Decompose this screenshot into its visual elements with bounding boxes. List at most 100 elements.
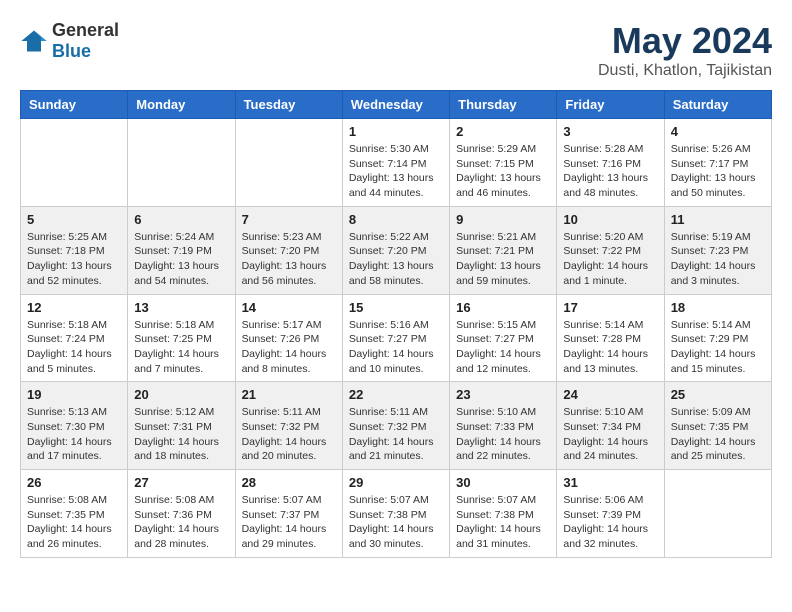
day-number: 27 xyxy=(134,475,228,490)
day-number: 1 xyxy=(349,124,443,139)
weekday-header-friday: Friday xyxy=(557,91,664,119)
week-row-4: 26 Sunrise: 5:08 AMSunset: 7:35 PMDayligh… xyxy=(21,470,772,558)
title-section: May 2024 Dusti, Khatlon, Tajikistan xyxy=(598,20,772,80)
logo: General Blue xyxy=(20,20,119,62)
day-info: Sunrise: 5:18 AMSunset: 7:24 PMDaylight:… xyxy=(27,318,121,377)
calendar-cell: 24 Sunrise: 5:10 AMSunset: 7:34 PMDayligh… xyxy=(557,382,664,470)
calendar-cell: 3 Sunrise: 5:28 AMSunset: 7:16 PMDaylight… xyxy=(557,119,664,207)
calendar-cell: 21Sunrise: 5:11 AMSunset: 7:32 PMDayligh… xyxy=(235,382,342,470)
calendar-cell: 6 Sunrise: 5:24 AMSunset: 7:19 PMDaylight… xyxy=(128,206,235,294)
calendar-cell: 28 Sunrise: 5:07 AMSunset: 7:37 PMDayligh… xyxy=(235,470,342,558)
day-info: Sunrise: 5:06 AMSunset: 7:39 PMDaylight:… xyxy=(563,493,657,552)
day-number: 30 xyxy=(456,475,550,490)
calendar-cell: 11 Sunrise: 5:19 AMSunset: 7:23 PMDayligh… xyxy=(664,206,771,294)
calendar-cell: 5 Sunrise: 5:25 AMSunset: 7:18 PMDaylight… xyxy=(21,206,128,294)
day-number: 2 xyxy=(456,124,550,139)
day-number: 15 xyxy=(349,300,443,315)
day-number: 22 xyxy=(349,387,443,402)
day-info: Sunrise: 5:07 AMSunset: 7:38 PMDaylight:… xyxy=(349,493,443,552)
day-number: 13 xyxy=(134,300,228,315)
calendar-cell: 29 Sunrise: 5:07 AMSunset: 7:38 PMDayligh… xyxy=(342,470,449,558)
day-info: Sunrise: 5:08 AMSunset: 7:36 PMDaylight:… xyxy=(134,493,228,552)
day-number: 24 xyxy=(563,387,657,402)
weekday-header-thursday: Thursday xyxy=(450,91,557,119)
day-info: Sunrise: 5:30 AMSunset: 7:14 PMDaylight:… xyxy=(349,142,443,201)
day-number: 3 xyxy=(563,124,657,139)
weekday-header-monday: Monday xyxy=(128,91,235,119)
calendar-cell: 27 Sunrise: 5:08 AMSunset: 7:36 PMDayligh… xyxy=(128,470,235,558)
week-row-3: 19 Sunrise: 5:13 AMSunset: 7:30 PMDayligh… xyxy=(21,382,772,470)
day-info: Sunrise: 5:08 AMSunset: 7:35 PMDaylight:… xyxy=(27,493,121,552)
week-row-0: 1 Sunrise: 5:30 AMSunset: 7:14 PMDaylight… xyxy=(21,119,772,207)
day-number: 29 xyxy=(349,475,443,490)
calendar-cell: 25 Sunrise: 5:09 AMSunset: 7:35 PMDayligh… xyxy=(664,382,771,470)
calendar-cell: 16Sunrise: 5:15 AMSunset: 7:27 PMDayligh… xyxy=(450,294,557,382)
calendar-cell: 13Sunrise: 5:18 AMSunset: 7:25 PMDayligh… xyxy=(128,294,235,382)
calendar-cell: 10Sunrise: 5:20 AMSunset: 7:22 PMDayligh… xyxy=(557,206,664,294)
calendar-cell: 30 Sunrise: 5:07 AMSunset: 7:38 PMDayligh… xyxy=(450,470,557,558)
logo-general: General xyxy=(52,20,119,40)
calendar-cell: 7Sunrise: 5:23 AMSunset: 7:20 PMDaylight… xyxy=(235,206,342,294)
day-info: Sunrise: 5:11 AMSunset: 7:32 PMDaylight:… xyxy=(349,405,443,464)
day-info: Sunrise: 5:10 AMSunset: 7:33 PMDaylight:… xyxy=(456,405,550,464)
day-number: 4 xyxy=(671,124,765,139)
page-container: General Blue May 2024 Dusti, Khatlon, Ta… xyxy=(20,20,772,558)
day-number: 25 xyxy=(671,387,765,402)
day-number: 17 xyxy=(563,300,657,315)
day-info: Sunrise: 5:07 AMSunset: 7:38 PMDaylight:… xyxy=(456,493,550,552)
header: General Blue May 2024 Dusti, Khatlon, Ta… xyxy=(20,20,772,80)
calendar-cell: 14 Sunrise: 5:17 AMSunset: 7:26 PMDayligh… xyxy=(235,294,342,382)
calendar-cell: 9 Sunrise: 5:21 AMSunset: 7:21 PMDaylight… xyxy=(450,206,557,294)
day-info: Sunrise: 5:21 AMSunset: 7:21 PMDaylight:… xyxy=(456,230,550,289)
day-info: Sunrise: 5:12 AMSunset: 7:31 PMDaylight:… xyxy=(134,405,228,464)
month-title: May 2024 xyxy=(598,20,772,62)
day-info: Sunrise: 5:15 AMSunset: 7:27 PMDaylight:… xyxy=(456,318,550,377)
calendar-cell: 26 Sunrise: 5:08 AMSunset: 7:35 PMDayligh… xyxy=(21,470,128,558)
day-info: Sunrise: 5:16 AMSunset: 7:27 PMDaylight:… xyxy=(349,318,443,377)
day-info: Sunrise: 5:07 AMSunset: 7:37 PMDaylight:… xyxy=(242,493,336,552)
day-number: 14 xyxy=(242,300,336,315)
day-info: Sunrise: 5:25 AMSunset: 7:18 PMDaylight:… xyxy=(27,230,121,289)
calendar-table: SundayMondayTuesdayWednesdayThursdayFrid… xyxy=(20,90,772,558)
day-info: Sunrise: 5:17 AMSunset: 7:26 PMDaylight:… xyxy=(242,318,336,377)
day-number: 5 xyxy=(27,212,121,227)
calendar-cell: 23Sunrise: 5:10 AMSunset: 7:33 PMDayligh… xyxy=(450,382,557,470)
calendar-cell xyxy=(128,119,235,207)
day-number: 12 xyxy=(27,300,121,315)
weekday-header-sunday: Sunday xyxy=(21,91,128,119)
day-info: Sunrise: 5:13 AMSunset: 7:30 PMDaylight:… xyxy=(27,405,121,464)
day-number: 6 xyxy=(134,212,228,227)
week-row-2: 12 Sunrise: 5:18 AMSunset: 7:24 PMDayligh… xyxy=(21,294,772,382)
day-number: 7 xyxy=(242,212,336,227)
day-number: 9 xyxy=(456,212,550,227)
day-info: Sunrise: 5:20 AMSunset: 7:22 PMDaylight:… xyxy=(563,230,657,289)
day-number: 21 xyxy=(242,387,336,402)
calendar-cell xyxy=(664,470,771,558)
calendar-cell: 15 Sunrise: 5:16 AMSunset: 7:27 PMDayligh… xyxy=(342,294,449,382)
weekday-header-wednesday: Wednesday xyxy=(342,91,449,119)
day-info: Sunrise: 5:14 AMSunset: 7:28 PMDaylight:… xyxy=(563,318,657,377)
day-info: Sunrise: 5:28 AMSunset: 7:16 PMDaylight:… xyxy=(563,142,657,201)
week-row-1: 5 Sunrise: 5:25 AMSunset: 7:18 PMDaylight… xyxy=(21,206,772,294)
calendar-cell: 1 Sunrise: 5:30 AMSunset: 7:14 PMDaylight… xyxy=(342,119,449,207)
day-info: Sunrise: 5:29 AMSunset: 7:15 PMDaylight:… xyxy=(456,142,550,201)
day-number: 11 xyxy=(671,212,765,227)
day-info: Sunrise: 5:19 AMSunset: 7:23 PMDaylight:… xyxy=(671,230,765,289)
calendar-cell: 20Sunrise: 5:12 AMSunset: 7:31 PMDayligh… xyxy=(128,382,235,470)
weekday-header-tuesday: Tuesday xyxy=(235,91,342,119)
logo-blue: Blue xyxy=(52,41,91,61)
day-info: Sunrise: 5:10 AMSunset: 7:34 PMDaylight:… xyxy=(563,405,657,464)
day-info: Sunrise: 5:09 AMSunset: 7:35 PMDaylight:… xyxy=(671,405,765,464)
calendar-cell: 8Sunrise: 5:22 AMSunset: 7:20 PMDaylight… xyxy=(342,206,449,294)
location-title: Dusti, Khatlon, Tajikistan xyxy=(598,62,772,80)
day-number: 19 xyxy=(27,387,121,402)
day-number: 28 xyxy=(242,475,336,490)
calendar-cell: 12 Sunrise: 5:18 AMSunset: 7:24 PMDayligh… xyxy=(21,294,128,382)
calendar-cell: 31Sunrise: 5:06 AMSunset: 7:39 PMDayligh… xyxy=(557,470,664,558)
calendar-cell xyxy=(235,119,342,207)
calendar-cell: 19 Sunrise: 5:13 AMSunset: 7:30 PMDayligh… xyxy=(21,382,128,470)
calendar-cell xyxy=(21,119,128,207)
day-info: Sunrise: 5:24 AMSunset: 7:19 PMDaylight:… xyxy=(134,230,228,289)
day-number: 26 xyxy=(27,475,121,490)
day-number: 8 xyxy=(349,212,443,227)
